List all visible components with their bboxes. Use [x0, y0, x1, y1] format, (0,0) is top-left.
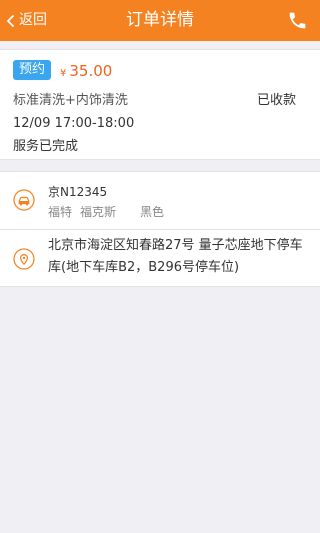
service-status: 服务已完成 — [13, 139, 79, 154]
page-title: 订单详情 — [126, 10, 194, 30]
order-price: ¥35.00 — [60, 61, 112, 84]
vehicle-details: 福特 福克斯 黑色 — [48, 204, 172, 220]
back-label: 返回 — [19, 12, 47, 28]
phone-icon — [289, 12, 306, 29]
reservation-badge: 预约 — [13, 60, 51, 80]
price-value: 35.00 — [69, 62, 113, 80]
vehicle-color: 黑色 — [140, 205, 165, 219]
order-summary-card: 预约 ¥35.00 标准清洗+内饰清洗 已收款 12/09 17:00-18:0… — [0, 49, 320, 160]
call-button[interactable] — [287, 10, 308, 31]
chevron-left-icon — [7, 14, 14, 27]
service-items: 标准清洗+内饰清洗 — [13, 93, 128, 108]
payment-status: 已收款 — [256, 93, 296, 108]
license-plate: 京N12345 — [48, 185, 108, 199]
address-row: 北京市海淀区知春路27号 量子芯座地下停车库(地下车库B2，B296号停车位) — [0, 230, 320, 287]
service-time: 12/09 17:00-18:00 — [13, 116, 135, 131]
vehicle-row: 京N12345 福特 福克斯 黑色 — [0, 172, 320, 229]
currency-symbol: ¥ — [60, 68, 67, 79]
location-pin-icon — [13, 248, 35, 270]
car-icon — [13, 189, 35, 211]
vehicle-location-card: 京N12345 福特 福克斯 黑色 北京市海淀区知春路27号 量子芯座地下停车库(地… — [0, 171, 320, 287]
back-button[interactable]: 返回 — [6, 0, 47, 41]
service-address: 北京市海淀区知春路27号 量子芯座地下停车库(地下车库B2，B296号停车位) — [48, 238, 303, 275]
nav-bar: 返回 订单详情 — [0, 0, 320, 41]
vehicle-brand: 福特 — [48, 205, 73, 219]
vehicle-model: 福克斯 — [80, 205, 117, 219]
